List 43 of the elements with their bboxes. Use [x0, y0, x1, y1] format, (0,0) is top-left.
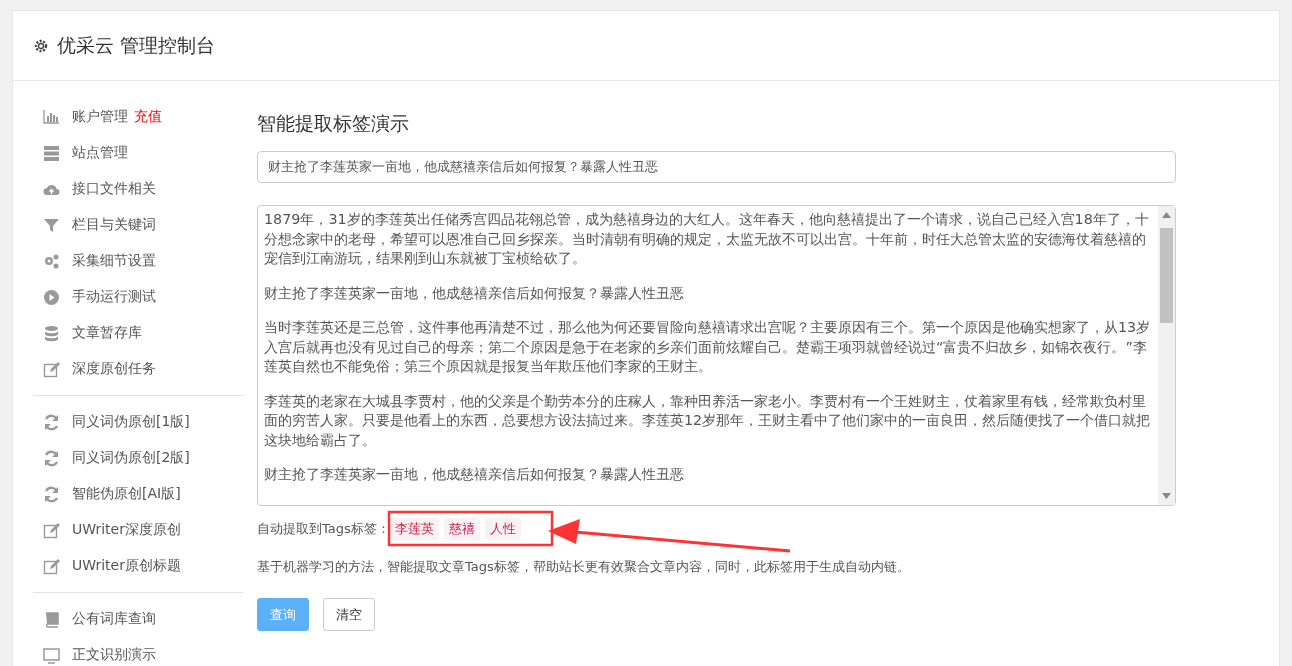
sidebar-item[interactable]: 接口文件相关: [33, 171, 243, 207]
filter-icon: [43, 216, 60, 234]
edit-icon: [43, 557, 60, 575]
bar-chart-icon: [43, 108, 60, 126]
sidebar-item[interactable]: UWriter原创标题: [33, 548, 243, 584]
sidebar-item[interactable]: 同义词伪原创[2版]: [33, 440, 243, 476]
book-icon: [43, 610, 60, 628]
sidebar-item[interactable]: 采集细节设置: [33, 243, 243, 279]
sidebar-item[interactable]: 同义词伪原创[1版]: [33, 404, 243, 440]
refresh-icon: [43, 485, 60, 503]
title-input[interactable]: 财主抢了李莲英家一亩地，他成慈禧亲信后如何报复？暴露人性丑恶: [257, 151, 1176, 183]
refresh-icon: [43, 449, 60, 467]
content-textarea[interactable]: 1879年，31岁的李莲英出任储秀宫四品花翎总管，成为慈禧身边的大红人。这年春天，他向慈禧提出了一个请求，说自己已经入宫18年了，十分想念家中的老母，希望可以恩准自己回乡探亲。当时清朝有明确的规定，太监无故不可以出宫。十年前，时任大总管太监的安德海仗着慈禧的宠信到江南游玩，结果刚到山东就被丁宝桢给砍了。 财主抢了李莲英家一亩地，他成慈禧亲信后如何报复？暴露人性丑恶 当时李莲英还是三总管，这件事他再清楚不过，那么他为何还要冒险向慈禧请求出宫呢？主要原因有三个。第一个原因是他确实想家了，从13岁入宫后就再也没有见过自己的母亲；第二个原因是急于在老家的乡亲们面前炫耀自己。楚霸王项羽就曾经说过“富贵不归故乡，如锦衣夜行。”李莲英自然也不能免俗；第三个原因就是报复当年欺压他们李家的王财主。 李莲英的老家在大城县李贾村，他的父亲是个勤劳本分的庄稼人，靠种田养活一家老小。李贾村有一个王姓财主，仗着家里有钱，经常欺负村里面的穷苦人家。只要是他看上的东西，总要想方设法搞过来。李莲英12岁那年，王财主看中了他们家中的一亩良田，然后随便找了一个借口就把这块地给霸占了。 财主抢了李莲英家一亩地，他成慈禧亲信后如何报复？暴露人性丑恶: [257, 205, 1176, 506]
tags-label: 自动提取到Tags标签：: [257, 520, 390, 538]
console-title: 优采云 管理控制台: [57, 32, 216, 58]
sidebar-item[interactable]: 站点管理: [33, 135, 243, 171]
database-icon: [43, 324, 60, 342]
tag: 人性: [484, 518, 521, 540]
description-text: 基于机器学习的方法，智能提取文章Tags标签，帮助站长更有效聚合文章内容，同时，此标签用于生成自动内链。: [257, 558, 911, 576]
scroll-thumb[interactable]: [1160, 228, 1173, 323]
tag: 慈禧: [443, 518, 480, 540]
edit-icon: [43, 521, 60, 539]
sidebar-item[interactable]: 账户管理 充值: [33, 99, 243, 135]
sidebar-item[interactable]: 智能伪原创[AI版]: [33, 476, 243, 512]
server-icon: [43, 144, 60, 162]
sidebar-item[interactable]: UWriter深度原创: [33, 512, 243, 548]
edit-icon: [43, 360, 60, 378]
page-heading: 智能提取标签演示: [257, 111, 410, 136]
sidebar-item[interactable]: 公有词库查询: [33, 601, 243, 637]
sidebar-item[interactable]: 文章暂存库: [33, 315, 243, 351]
sidebar-item[interactable]: 手动运行测试: [33, 279, 243, 315]
settings-icon: [33, 37, 49, 54]
scroll-up-icon[interactable]: [1162, 212, 1171, 218]
tag: 李莲英: [389, 518, 439, 540]
sidebar-item[interactable]: 深度原创任务: [33, 351, 243, 387]
sidebar-item[interactable]: 栏目与关键词: [33, 207, 243, 243]
scrollbar[interactable]: [1158, 206, 1175, 505]
scroll-down-icon[interactable]: [1162, 493, 1171, 499]
play-icon: [43, 288, 60, 306]
clear-button[interactable]: 清空: [323, 598, 375, 631]
monitor-icon: [43, 646, 60, 664]
refresh-icon: [43, 413, 60, 431]
sidebar-item[interactable]: 正文识别演示: [33, 637, 243, 666]
